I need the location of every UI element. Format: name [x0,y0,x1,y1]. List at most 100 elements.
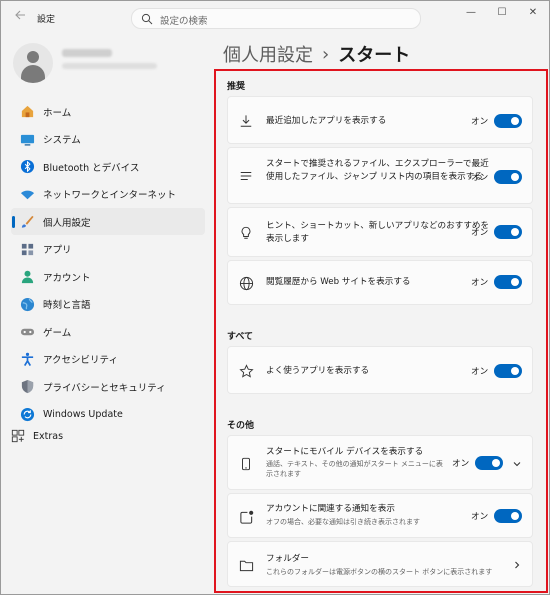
recommended-files-toggle[interactable] [494,170,522,184]
most-used-toggle[interactable] [494,364,522,378]
extras-label: Extras [33,430,64,442]
close-button[interactable]: ✕ [518,5,548,21]
sidebar-item-label: アプリ [43,245,72,256]
sidebar-item-label: Bluetooth とデバイス [43,162,140,174]
sidebar-item-windows-update[interactable]: Windows Update [11,401,205,428]
shield-icon [19,379,35,395]
sidebar-item-time-language[interactable]: 時刻と言語 [11,291,205,318]
back-button[interactable] [9,9,31,27]
sidebar-item-personalization[interactable]: 個人用設定 [11,208,205,235]
bluetooth-icon [19,159,35,175]
sidebar-item-label: アクセシビリティ [43,355,118,366]
search-icon [141,13,153,25]
minimize-button[interactable]: — [456,5,486,21]
sidebar-item-label: プライバシーとセキュリティ [43,382,166,394]
sidebar-item-label: 時刻と言語 [43,300,91,311]
sidebar-nav: ホーム システム Bluetooth とデバイス ネットワークとインターネット … [11,98,205,428]
mobile-device-toggle[interactable] [475,456,503,470]
toggle-state-label: オン [471,512,489,522]
sidebar-item-gaming[interactable]: ゲーム [11,318,205,345]
title-bar: 設定 設定の検索 — ☐ ✕ [1,1,549,35]
toggle-state-label: オン [471,228,489,238]
sidebar-item-apps[interactable]: アプリ [11,236,205,263]
download-icon [238,113,254,129]
extras-icon [11,429,25,443]
setting-folders[interactable]: フォルダー これらのフォルダーは電源ボタンの横のスタート ボタンに表示されます [227,541,533,587]
toggle-state-label: オン [471,173,489,183]
sidebar-item-accounts[interactable]: アカウント [11,263,205,290]
section-other: その他 [227,421,255,431]
section-all: すべて [227,332,254,342]
star-icon [238,363,254,379]
sidebar-item-label: ネットワークとインターネット [43,190,177,201]
setting-label-line1: ヒント、ショートカット、新しいアプリなどのおすすめを [266,221,490,231]
sidebar-item-label: ホーム [43,107,72,119]
profile-email-blurred [62,63,157,69]
tips-toggle[interactable] [494,225,522,239]
setting-tips: ヒント、ショートカット、新しいアプリなどのおすすめを 表示します オン [227,207,533,257]
sidebar-item-bluetooth[interactable]: Bluetooth とデバイス [11,153,205,180]
phone-icon [238,456,254,472]
sidebar-item-extras[interactable]: Extras [11,429,63,443]
sidebar-item-network[interactable]: ネットワークとインターネット [11,181,205,208]
sidebar-item-home[interactable]: ホーム [11,98,205,125]
setting-mobile-device[interactable]: スタートにモバイル デバイスを表示する 通話、テキスト、その他の通知がスタート … [227,435,533,490]
account-icon [19,269,35,285]
apps-icon [19,241,35,257]
setting-description: これらのフォルダーは電源ボタンの横のスタート ボタンに表示されます [266,568,493,576]
setting-label: 閲覧履歴から Web サイトを表示する [266,277,411,287]
setting-label-line2: 使用したファイル、ジャンプ リスト内の項目を表示する [266,172,483,182]
toggle-state-label: オン [452,459,470,469]
breadcrumb-separator: › [322,43,330,65]
personalization-icon [19,214,35,230]
setting-description: オフの場合、必要な通知は引き続き表示されます [266,518,420,526]
sidebar-item-label: システム [43,135,81,146]
chevron-right-icon[interactable] [512,560,522,570]
setting-label: よく使うアプリを表示する [266,366,370,376]
toggle-state-label: オン [471,367,489,377]
sidebar-item-privacy[interactable]: プライバシーとセキュリティ [11,373,205,400]
settings-window: 設定 設定の検索 — ☐ ✕ ホーム システム Bluetooth とデバイス … [0,0,550,595]
setting-recommended-files: スタートで推奨されるファイル、エクスプローラーで最近 使用したファイル、ジャンプ… [227,147,533,204]
list-icon [238,168,254,184]
setting-web-history: 閲覧履歴から Web サイトを表示する オン [227,260,533,305]
home-icon [19,104,35,120]
setting-label: フォルダー [266,554,309,564]
recent-apps-toggle[interactable] [494,114,522,128]
sidebar-item-label: 個人用設定 [43,217,91,229]
search-placeholder: 設定の検索 [160,16,208,27]
time-language-icon [19,296,35,312]
sidebar-item-accessibility[interactable]: アクセシビリティ [11,346,205,373]
wifi-icon [19,186,35,202]
app-title: 設定 [37,15,56,25]
setting-most-used: よく使うアプリを表示する オン [227,346,533,394]
maximize-button[interactable]: ☐ [487,5,517,21]
back-arrow-icon [15,10,25,20]
breadcrumb-parent[interactable]: 個人用設定 [223,41,313,67]
folder-icon [238,557,254,573]
toggle-state-label: オン [471,278,489,288]
setting-account-notifications: アカウントに関連する通知を表示 オフの場合、必要な通知は引き続き表示されます オ… [227,493,533,538]
sidebar-item-label: アカウント [43,272,91,284]
setting-label: スタートにモバイル デバイスを表示する [266,447,424,457]
account-notifications-toggle[interactable] [494,509,522,523]
setting-label: 最近追加したアプリを表示する [266,116,387,126]
toggle-state-label: オン [471,117,489,127]
accessibility-icon [19,351,35,367]
update-icon [19,406,35,422]
sidebar-item-label: Windows Update [43,408,123,420]
setting-label: アカウントに関連する通知を表示 [266,504,395,514]
setting-label-line1: スタートで推奨されるファイル、エクスプローラーで最近 [266,159,489,169]
sidebar-item-system[interactable]: システム [11,126,205,153]
breadcrumb: 個人用設定 › スタート [223,41,410,67]
page-title: スタート [338,45,411,66]
sidebar-item-label: ゲーム [43,327,72,339]
setting-label-line2: 表示します [266,234,309,244]
chevron-down-icon[interactable] [512,459,522,469]
search-input[interactable]: 設定の検索 [131,8,421,29]
globe-icon [238,275,254,291]
profile-name-blurred [62,49,112,57]
web-history-toggle[interactable] [494,275,522,289]
setting-description-line1: 通話、テキスト、その他の通知がスタート メニューに表 [266,460,443,468]
gaming-icon [19,324,35,340]
